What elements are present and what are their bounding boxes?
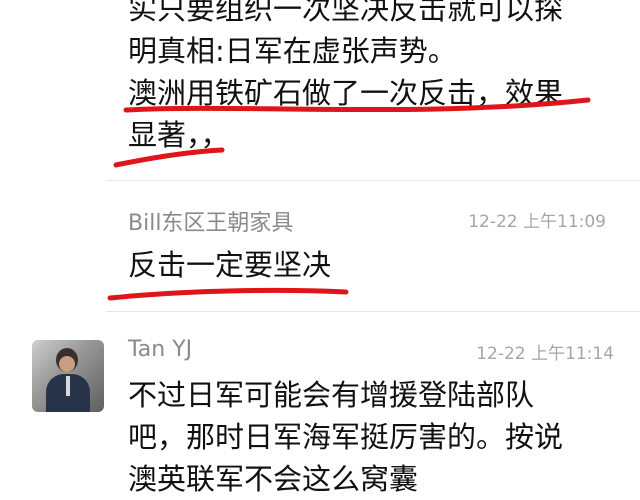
message-line: 明真相:日军在虚张声势。 [128, 34, 457, 68]
divider [106, 311, 640, 312]
message-timestamp: 12-22 上午11:09 [468, 212, 606, 232]
message-text: 反击一定要坚决 [128, 244, 331, 286]
sender-name[interactable]: Bill东区王朝家具 [128, 205, 293, 237]
message-line: 反击一定要坚决 [128, 248, 332, 282]
underline-mark [107, 287, 349, 301]
message-text: 不过日军可能会有增援登陆部队 吧，那时日军海军挺厉害的。按说 澳英联军不会这么窝… [128, 374, 563, 500]
message-line: 显著，， [128, 118, 230, 152]
message-line: 澳洲用铁矿石做了一次反击，效果 [128, 76, 564, 110]
divider [106, 180, 640, 181]
message-timestamp: 12-22 上午11:14 [476, 344, 614, 364]
message-line: 不过日军可能会有增援登陆部队 [128, 378, 535, 412]
message-text: 实只要组织一次坚决反击就可以探 明真相:日军在虚张声势。 澳洲用铁矿石做了一次反… [128, 0, 563, 156]
message-line: 澳英联军不会这么窝囊 [128, 462, 419, 496]
sender-name[interactable]: Tan YJ [128, 337, 192, 362]
message-line: 吧，那时日军海军挺厉害的。按说 [128, 420, 564, 454]
message-line: 实只要组织一次坚决反击就可以探 [128, 0, 564, 26]
avatar[interactable] [32, 340, 104, 412]
